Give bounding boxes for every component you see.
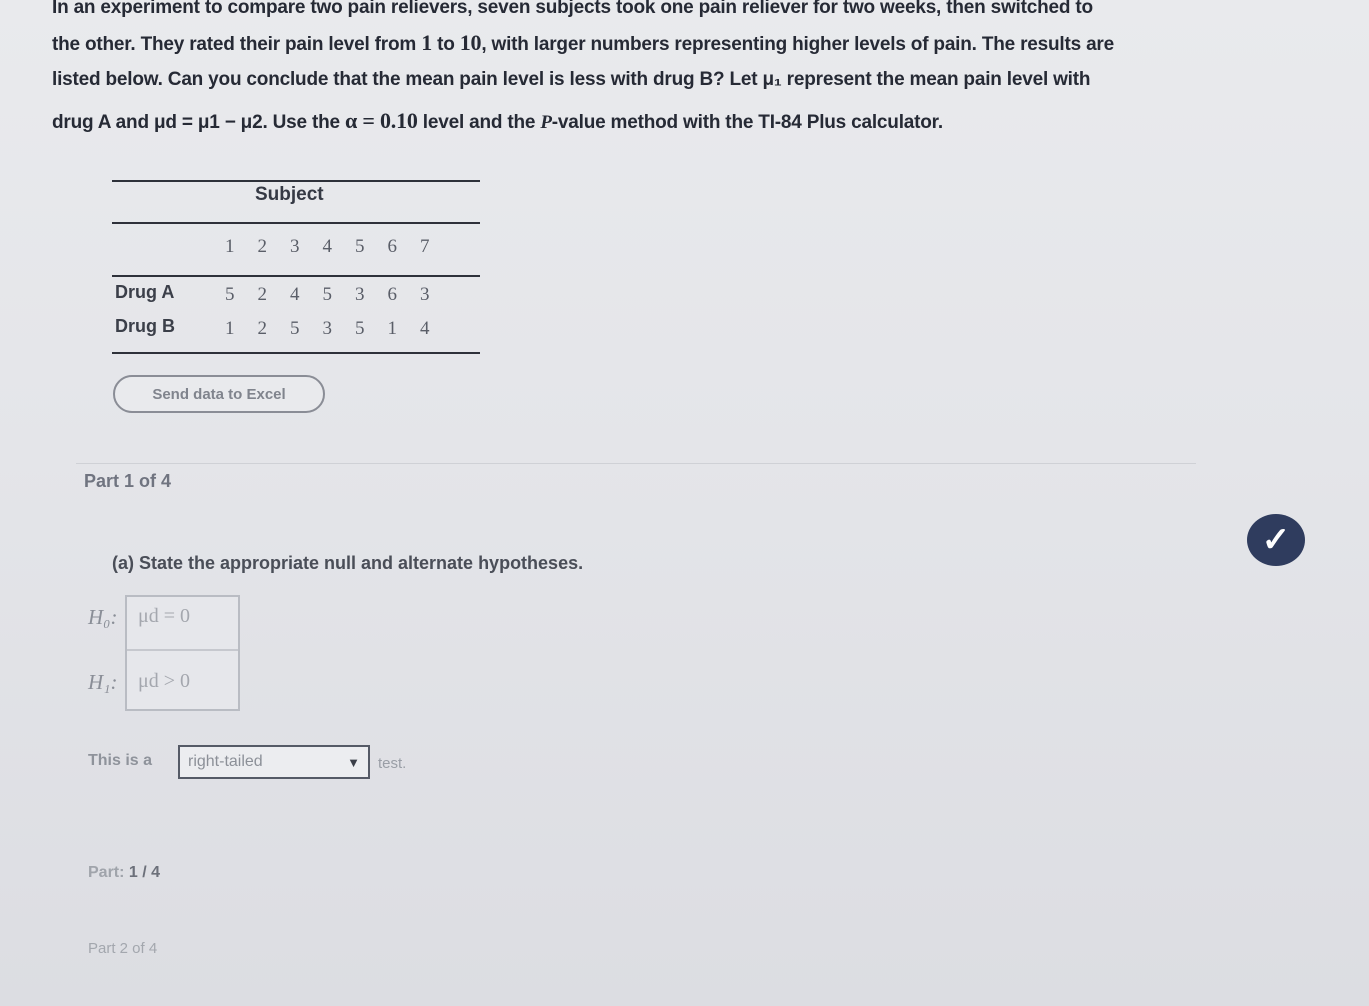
chevron-down-icon: ▼ (347, 754, 360, 770)
tail-prefix: This is a (88, 752, 153, 769)
section-divider (76, 463, 1196, 464)
h1-expression[interactable]: μd > 0 (138, 670, 190, 693)
table-cell: 1 (387, 318, 398, 339)
table-row-drug-b: Drug B (115, 316, 223, 337)
subject-number-row: 1 2 3 4 5 6 7 (225, 236, 453, 258)
table-cell: 5 (322, 284, 333, 305)
subject-number: 2 (257, 236, 268, 257)
tail-type-value: right-tailed (188, 753, 263, 770)
problem-line-1: In an experiment to compare two pain rel… (52, 0, 1093, 18)
table-cell: 6 (387, 284, 398, 305)
problem-statement: In an experiment to compare two pain rel… (52, 0, 1352, 140)
table-cell: 5 (355, 318, 365, 339)
table-cell: 3 (322, 318, 333, 339)
problem-line-2: the other. They rated their pain level f… (52, 30, 1114, 55)
drug-a-values: 5 2 4 5 3 6 3 (225, 284, 453, 306)
send-to-excel-button[interactable]: Send data to Excel (113, 375, 325, 413)
table-cell: 3 (420, 284, 430, 305)
subject-number: 5 (355, 236, 365, 257)
table-cell: 4 (290, 284, 300, 305)
subject-number: 3 (290, 236, 300, 257)
table-bottom-rule (112, 352, 480, 354)
subject-number: 1 (225, 236, 235, 257)
checkmark-icon: ✓ (1247, 514, 1305, 566)
part-nav-current: 1 / 4 (128, 864, 161, 881)
table-cell: 5 (290, 318, 300, 339)
row-label: Drug B (115, 316, 175, 336)
problem-line-3: listed below. Can you conclude that the … (52, 69, 1091, 90)
problem-line-4: drug A and μd = μ1 − μ2. Use the α = 0.1… (52, 108, 943, 133)
table-cell: 3 (355, 284, 365, 305)
table-cell: 5 (225, 284, 235, 305)
table-top-rule (112, 180, 480, 182)
part-title: Part 1 of 4 (84, 471, 172, 491)
question-text: (a) State the appropriate null and alter… (112, 553, 584, 573)
table-header-subject: Subject (255, 184, 324, 205)
table-cell: 2 (257, 318, 268, 339)
h0-label: H₀: (88, 605, 118, 629)
subject-number: 6 (387, 236, 398, 257)
table-cell: 1 (225, 318, 235, 339)
part-nav-label: Part: (88, 864, 125, 881)
hypotheses-divider (127, 649, 238, 651)
tail-suffix: test. (378, 755, 407, 772)
h1-label: H₁: (88, 670, 118, 694)
table-cell: 4 (420, 318, 430, 339)
table-cell: 2 (257, 284, 268, 305)
part-navigation: Part: 1 / 4 (88, 864, 160, 882)
table-row-drug-a: Drug A (115, 282, 223, 303)
next-part-title: Part 2 of 4 (88, 940, 158, 957)
table-subject-rule (112, 275, 480, 277)
row-label: Drug A (115, 282, 175, 302)
drug-b-values: 1 2 5 3 5 1 4 (225, 318, 453, 340)
h0-expression[interactable]: μd = 0 (138, 605, 190, 628)
tail-type-select[interactable]: right-tailed ▼ (178, 745, 370, 779)
subject-number: 7 (420, 236, 430, 257)
table-header-rule (112, 222, 480, 224)
subject-number: 4 (322, 236, 333, 257)
